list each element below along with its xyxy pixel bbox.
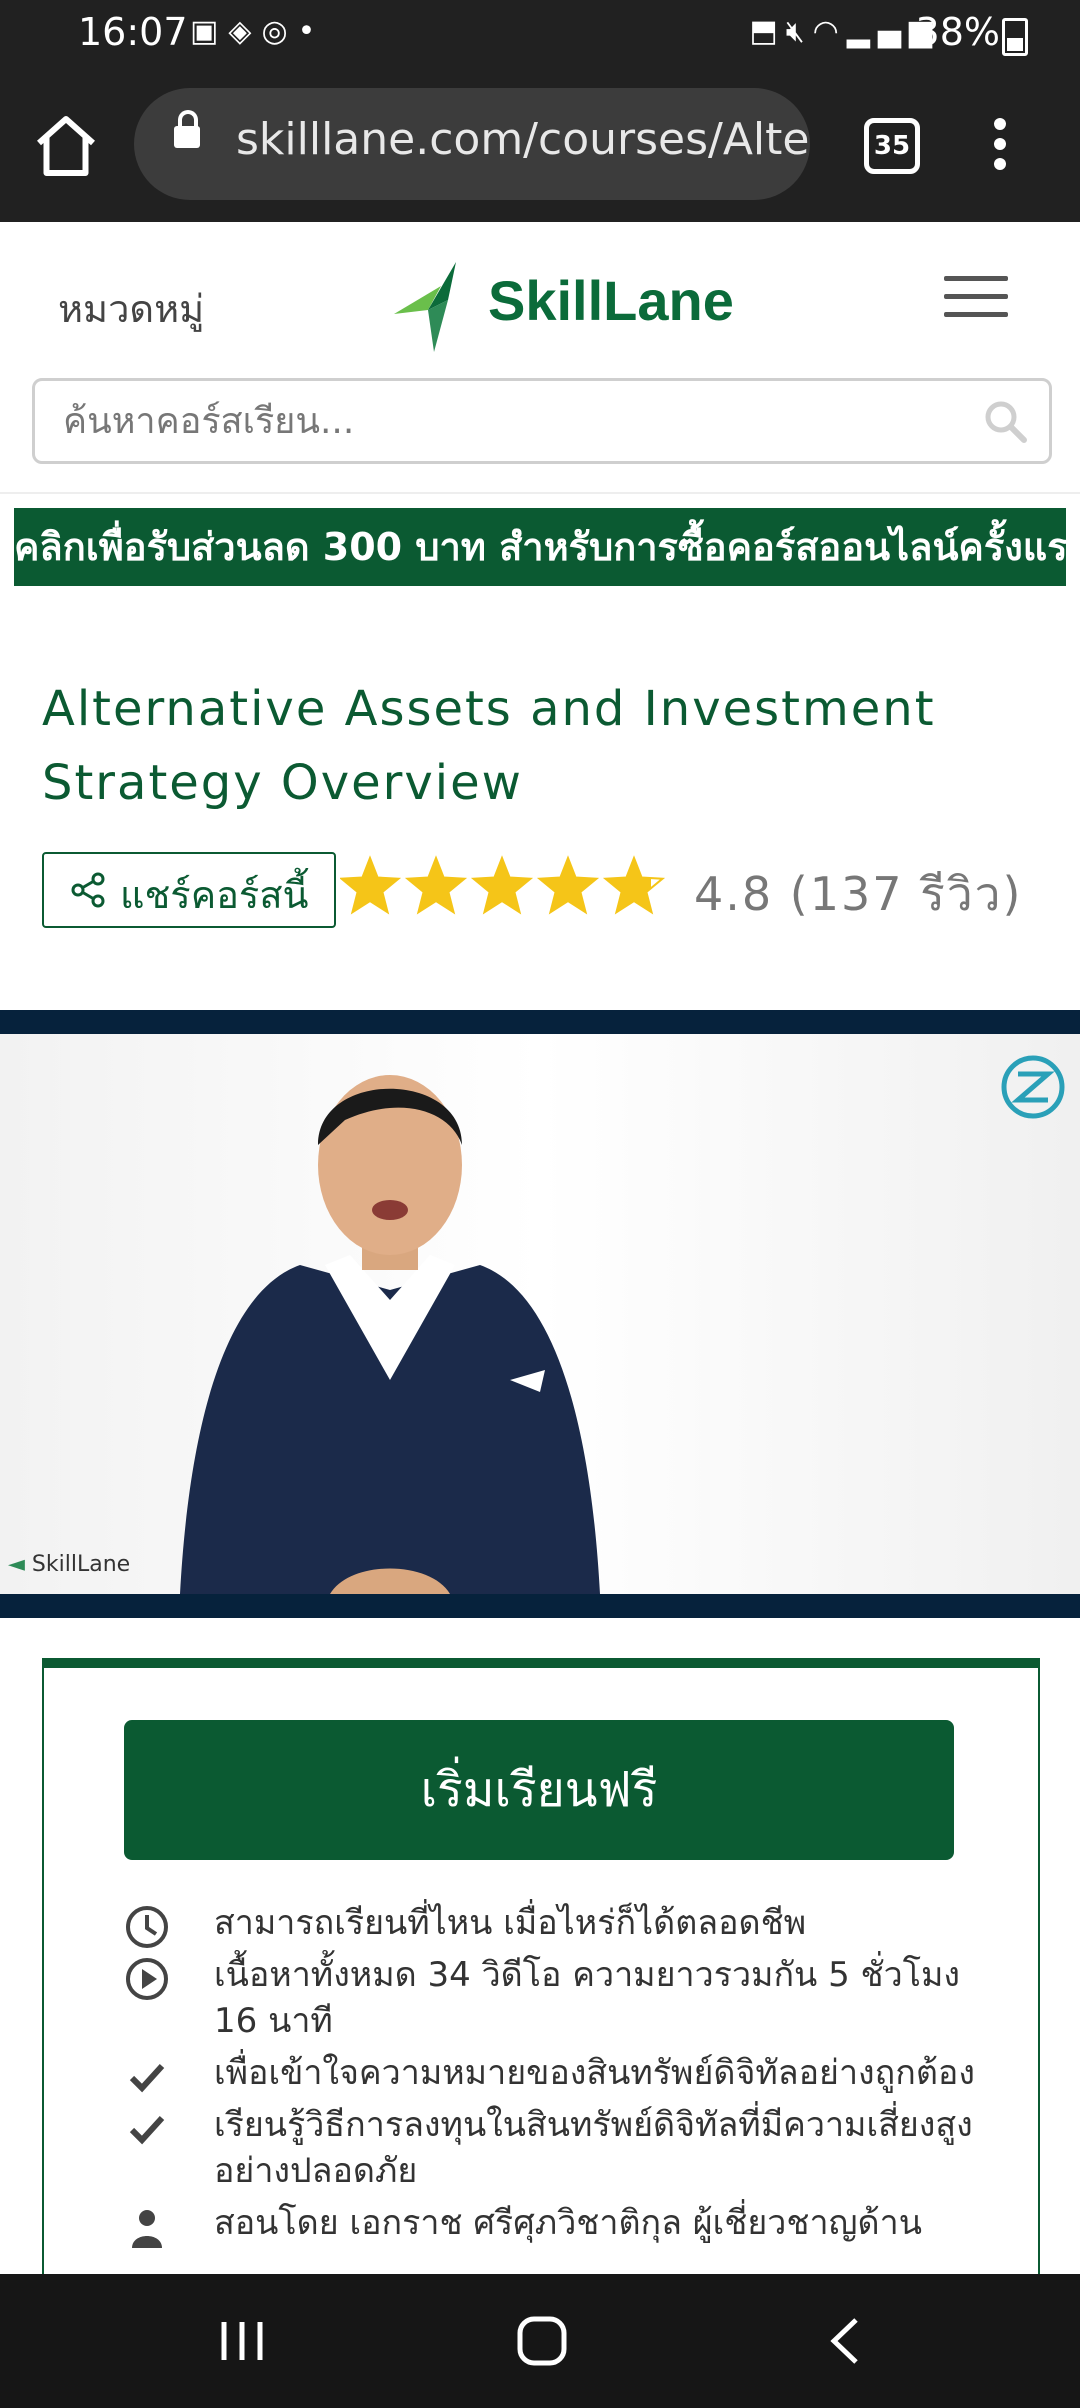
category-menu-link[interactable]: หมวดหมู่: [58, 278, 204, 339]
battery-percent: 38%: [915, 10, 1000, 54]
star-icon: [404, 855, 468, 915]
watermark-mark-icon: ◄: [8, 1552, 25, 1577]
rating-stars: [340, 855, 666, 915]
dot-icon: •: [297, 14, 326, 49]
home-icon[interactable]: [30, 110, 102, 182]
list-item: เรียนรู้วิธีการลงทุนในสินทรัพย์ดิจิทัลที…: [124, 2102, 984, 2194]
site-header: หมวดหมู่ SkillLane: [0, 222, 1080, 494]
share-course-button[interactable]: แชร์คอร์สนี้: [42, 852, 336, 928]
course-title: Alternative Assets and Investment Strate…: [42, 681, 936, 811]
feature-text: เรียนรู้วิธีการลงทุนในสินทรัพย์ดิจิทัลที…: [214, 2105, 973, 2191]
watermark-text: SkillLane: [31, 1552, 131, 1577]
enroll-card: เริ่มเรียนฟรี สามารถเรียนที่ไหน เมื่อไหร…: [42, 1658, 1040, 2370]
feature-text: เพื่อเข้าใจความหมายของสินทรัพย์ดิจิทัลอย…: [214, 2053, 975, 2093]
lock-icon: [174, 110, 200, 148]
hamburger-menu-icon[interactable]: [944, 276, 1008, 320]
check-icon: [129, 2115, 165, 2145]
data-icon: ⬒: [749, 14, 786, 49]
system-nav-bar: [0, 2274, 1080, 2408]
list-item: เพื่อเข้าใจความหมายของสินทรัพย์ดิจิทัลอย…: [124, 2050, 984, 2096]
status-bar: 16:07 ▣◈◎• ⬒🔇︎◠▂▄▆ 38%: [0, 0, 1080, 66]
person-icon: [132, 2210, 162, 2248]
play-circle-icon: [126, 1958, 168, 2000]
list-item: เนื้อหาทั้งหมด 34 วิดีโอ ความยาวรวมกัน 5…: [124, 1952, 984, 2044]
url-bar[interactable]: skilllane.com/courses/Alter: [134, 88, 810, 200]
search-icon[interactable]: [981, 397, 1029, 445]
list-item: สอนโดย เอกราช ศรีศุภวิชาติกุล ผู้เชี่ยวช…: [124, 2200, 984, 2248]
feature-text: สอนโดย เอกราช ศรีศุภวิชาติกุล ผู้เชี่ยวช…: [214, 2203, 922, 2243]
system-icons: ⬒🔇︎◠▂▄▆: [749, 14, 940, 49]
feature-list: สามารถเรียนที่ไหน เมื่อไหร่ก็ได้ตลอดชีพ …: [124, 1900, 984, 2252]
notification-icons: ▣◈◎•: [190, 14, 325, 49]
list-item: สามารถเรียนที่ไหน เมื่อไหร่ก็ได้ตลอดชีพ: [124, 1900, 984, 1948]
mute-icon: 🔇︎: [785, 14, 813, 49]
star-icon: [470, 855, 534, 915]
star-icon: [340, 855, 402, 915]
video-frame[interactable]: ◄ SkillLane: [0, 1034, 1080, 1594]
rating-summary: 4.8 (137 รีวิว): [694, 867, 1023, 921]
home-nav-icon[interactable]: [512, 2314, 572, 2368]
start-free-button[interactable]: เริ่มเรียนฟรี: [124, 1720, 954, 1860]
video-watermark: ◄ SkillLane: [8, 1552, 130, 1577]
presenter-image: [180, 1075, 600, 1594]
url-text: skilllane.com/courses/Alter: [236, 114, 810, 165]
channel-badge-icon: [1001, 1055, 1065, 1119]
check-icon: [129, 2063, 165, 2093]
recent-apps-icon[interactable]: [212, 2314, 272, 2368]
feature-text: เนื้อหาทั้งหมด 34 วิดีโอ ความยาวรวมกัน 5…: [214, 1955, 960, 2041]
battery-icon: [1002, 18, 1028, 56]
search-input[interactable]: [61, 393, 945, 449]
feature-text: สามารถเรียนที่ไหน เมื่อไหร่ก็ได้ตลอดชีพ: [214, 1903, 807, 1943]
star-icon: [602, 855, 666, 915]
logo-wordmark: SkillLane: [488, 269, 734, 332]
star-icon: [536, 855, 600, 915]
instagram-icon: ◎: [261, 14, 298, 49]
share-label: แชร์คอร์สนี้: [120, 873, 309, 917]
logo-mark-icon: [394, 262, 456, 352]
promo-banner[interactable]: คลิกเพื่อรับส่วนลด 300 บาท สำหรับการซื้อ…: [14, 508, 1080, 586]
wifi-icon: ◠: [812, 14, 847, 49]
clock-icon: [126, 1906, 168, 1948]
browser-toolbar: skilllane.com/courses/Alter 35: [0, 66, 1080, 222]
image-icon: ▣: [190, 14, 229, 49]
clock-time: 16:07: [78, 10, 188, 54]
course-search: [32, 378, 1052, 464]
course-preview-video[interactable]: ◄ SkillLane: [0, 1010, 1080, 1618]
share-icon: [71, 872, 105, 908]
back-icon[interactable]: [816, 2314, 876, 2368]
app-icon: ◈: [228, 14, 262, 49]
more-options-icon[interactable]: [990, 118, 1010, 174]
skilllane-logo[interactable]: SkillLane: [386, 246, 734, 356]
tab-switcher-button[interactable]: 35: [864, 118, 920, 174]
